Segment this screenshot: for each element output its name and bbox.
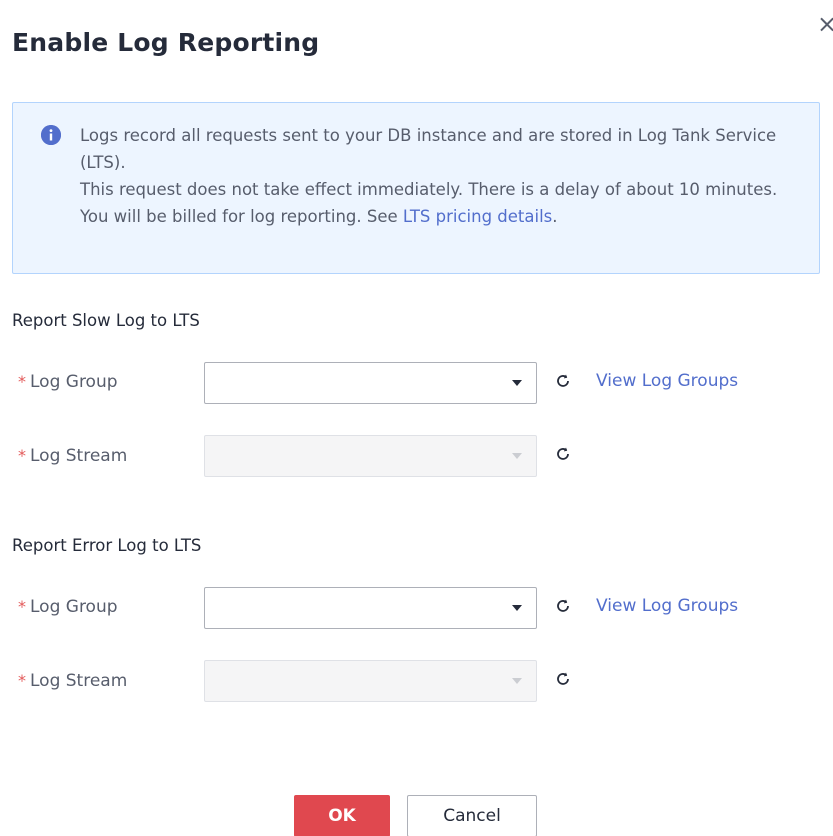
- slow-log-view-log-groups-link[interactable]: View Log Groups: [596, 371, 738, 391]
- error-log-stream-label: * Log Stream: [18, 671, 127, 691]
- dialog-title: Enable Log Reporting: [12, 28, 320, 57]
- ok-button[interactable]: OK: [294, 795, 390, 836]
- error-log-group-refresh-icon[interactable]: [555, 598, 571, 614]
- notice-text: Logs record all requests sent to your DB…: [80, 122, 800, 230]
- info-icon: [41, 125, 61, 145]
- slow-log-stream-select: [204, 435, 537, 477]
- enable-log-reporting-dialog: × Enable Log Reporting Logs record all r…: [0, 0, 833, 836]
- error-log-group-label: * Log Group: [18, 597, 118, 617]
- chevron-down-icon: [512, 380, 522, 386]
- slow-log-group-label: * Log Group: [18, 372, 118, 392]
- required-mark: *: [18, 446, 26, 465]
- lts-pricing-link[interactable]: LTS pricing details: [403, 207, 552, 226]
- chevron-down-icon: [512, 453, 522, 459]
- notice-line-3-text: You will be billed for log reporting. Se…: [80, 207, 403, 226]
- error-log-stream-select: [204, 660, 537, 702]
- slow-log-group-refresh-icon[interactable]: [555, 373, 571, 389]
- error-log-stream-refresh-icon[interactable]: [555, 671, 571, 687]
- notice-line-3: You will be billed for log reporting. Se…: [80, 203, 800, 230]
- slow-log-stream-label-text: Log Stream: [30, 446, 128, 466]
- slow-log-group-label-text: Log Group: [30, 372, 118, 392]
- required-mark: *: [18, 597, 26, 616]
- notice-line-2: This request does not take effect immedi…: [80, 180, 778, 199]
- slow-log-section-title: Report Slow Log to LTS: [12, 311, 200, 330]
- slow-log-group-select[interactable]: [204, 362, 537, 404]
- error-log-section-title: Report Error Log to LTS: [12, 536, 202, 555]
- error-log-group-label-text: Log Group: [30, 597, 118, 617]
- error-log-group-select[interactable]: [204, 587, 537, 629]
- error-log-view-log-groups-link[interactable]: View Log Groups: [596, 596, 738, 616]
- required-mark: *: [18, 372, 26, 391]
- error-log-stream-label-text: Log Stream: [30, 671, 128, 691]
- slow-log-stream-refresh-icon[interactable]: [555, 446, 571, 462]
- notice-line-3-suffix: .: [552, 207, 558, 226]
- chevron-down-icon: [512, 678, 522, 684]
- close-icon[interactable]: ×: [817, 12, 833, 36]
- chevron-down-icon: [512, 605, 522, 611]
- required-mark: *: [18, 671, 26, 690]
- notice-line-1: Logs record all requests sent to your DB…: [80, 126, 777, 172]
- cancel-button[interactable]: Cancel: [407, 795, 537, 836]
- slow-log-stream-label: * Log Stream: [18, 446, 127, 466]
- info-notice: Logs record all requests sent to your DB…: [12, 102, 820, 274]
